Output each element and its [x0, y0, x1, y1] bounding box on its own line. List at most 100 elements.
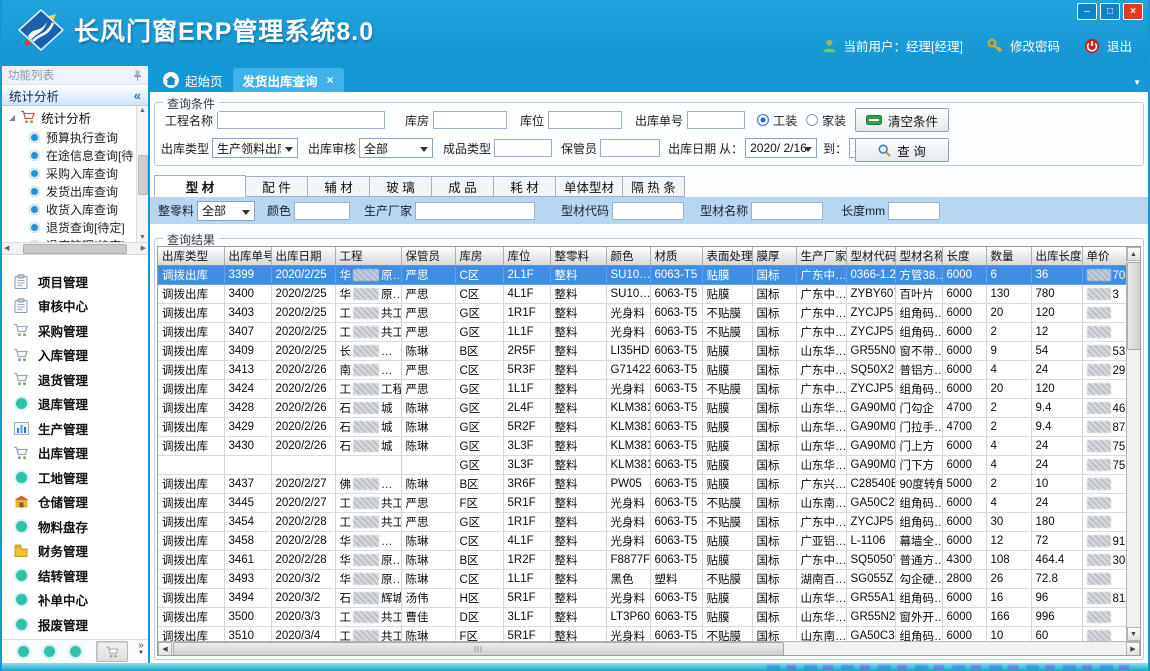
material-tab-3[interactable]: 辅 材 [308, 176, 370, 197]
column-header[interactable]: 膜厚 [752, 247, 796, 266]
table-row[interactable]: 调拨出库34582020/2/28华…陈琳C区4L1F整料光身料6063-T5贴… [158, 532, 1141, 551]
tree-vertical-scrollbar[interactable]: ▲▼ [136, 106, 148, 242]
logout-link[interactable]: 退出 [1107, 36, 1132, 55]
table-row[interactable]: 调拨出库34932020/3/2华原…陈琳C区1L1F整料黑色塑料不贴膜国标湖南… [158, 570, 1141, 589]
table-row[interactable]: 调拨出库34302020/2/26石城陈琳G区3L3F整料KLM38176063… [158, 437, 1141, 456]
sidebar-section-header[interactable]: 统计分析 « [2, 85, 148, 106]
collapse-icon[interactable]: « [134, 88, 141, 103]
grid-vertical-scrollbar[interactable]: ▲ ▼ [1126, 247, 1140, 641]
keeper-input[interactable] [600, 139, 660, 157]
sidebar-item-2[interactable]: 审核中心 [2, 294, 148, 319]
maximize-button[interactable]: □ [1100, 3, 1120, 20]
scroll-left-icon[interactable]: ◀ [158, 642, 172, 656]
clear-conditions-button[interactable]: 清空条件 [855, 108, 949, 132]
column-header[interactable]: 数量 [986, 247, 1031, 266]
location-input[interactable] [548, 111, 622, 129]
table-row[interactable]: 调拨出库34542020/2/28工共工程严思G区1R1F整料光身料6063-T… [158, 513, 1141, 532]
material-tab-4[interactable]: 玻 璃 [370, 176, 432, 197]
length-input[interactable] [888, 202, 940, 220]
tab-scroll-icon[interactable]: ▼ [1133, 78, 1141, 87]
material-tab-6[interactable]: 耗 材 [494, 176, 556, 197]
module-dot-icon[interactable] [70, 646, 81, 657]
tree-item[interactable]: 预算执行查询 [2, 128, 148, 146]
sidebar-item-9[interactable]: 工地管理 [2, 465, 148, 490]
column-header[interactable]: 出库类型 [158, 247, 224, 266]
column-header[interactable]: 整零料 [550, 247, 606, 266]
table-row[interactable]: 调拨出库34942020/3/2石辉城汤伟H区5R1F整料光身料6063-T5贴… [158, 589, 1141, 608]
tree-item[interactable]: 退货查询[待定] [2, 218, 148, 236]
scroll-up-icon[interactable]: ▲ [1127, 247, 1141, 261]
column-header[interactable]: 材质 [650, 247, 702, 266]
material-tab-2[interactable]: 配 件 [246, 176, 308, 197]
search-button[interactable]: 查 询 [855, 138, 949, 162]
column-header[interactable]: 型材名称 [895, 247, 942, 266]
warehouse-input[interactable] [433, 111, 507, 129]
table-row[interactable]: 调拨出库34282020/2/26石城陈琳G区2L4F整料KLM38176063… [158, 399, 1141, 418]
column-header[interactable]: 单价 [1082, 247, 1126, 266]
order-no-input[interactable] [687, 111, 745, 129]
scrollbar-thumb[interactable] [1127, 262, 1141, 350]
tree-item[interactable]: 收货入库查询 [2, 200, 148, 218]
change-password-link[interactable]: 修改密码 [1010, 36, 1060, 55]
sidebar-item-4[interactable]: 入库管理 [2, 343, 148, 368]
table-row[interactable]: 调拨出库34092020/2/25长…陈琳B区2R5F整料LI35HD6063-… [158, 342, 1141, 361]
tab-shipment-outbound-query[interactable]: 发货出库查询 × [233, 68, 344, 92]
sidebar-item-12[interactable]: 财务管理 [2, 539, 148, 564]
column-header[interactable]: 长度 [942, 247, 986, 266]
date-from-picker[interactable]: 2020/ 2/16 [745, 138, 817, 158]
sidebar-item-10[interactable]: 仓储管理 [2, 490, 148, 515]
column-header[interactable]: 生产厂家 [796, 247, 846, 266]
profile-name-input[interactable] [751, 202, 823, 220]
column-header[interactable]: 工程 [335, 247, 401, 266]
table-row[interactable]: G区3L3F整料KLM38176063-T5贴膜国标山东华…GA90M09.门下… [158, 456, 1141, 475]
tab-home[interactable]: 起始页 [153, 68, 233, 92]
table-row[interactable]: 调拨出库33992020/2/25华原…严思C区2L1F整料SU10…6063-… [158, 266, 1141, 285]
material-tab-1[interactable]: 型 材 [154, 175, 246, 197]
tree-item[interactable]: 采购入库查询 [2, 164, 148, 182]
material-tab-5[interactable]: 成 品 [432, 176, 494, 197]
project-name-input[interactable] [217, 111, 385, 129]
column-header[interactable]: 出库长度 [1031, 247, 1082, 266]
tree-root-node[interactable]: ◢ 统计分析 [2, 106, 148, 128]
zhenglingliao-select[interactable]: 全部 [197, 201, 255, 221]
column-header[interactable]: 保管员 [401, 247, 455, 266]
radio-jiazhuang[interactable]: 家装 [806, 112, 846, 129]
module-dot-icon[interactable] [44, 646, 55, 657]
sidebar-item-1[interactable]: 项目管理 [2, 269, 148, 294]
cart-module-button[interactable] [96, 641, 128, 662]
material-tab-8[interactable]: 隔 热 条 [623, 176, 685, 197]
column-header[interactable]: 库房 [455, 247, 503, 266]
audit-select[interactable]: 全部 [359, 138, 433, 158]
scroll-right-icon[interactable]: ▶ [1126, 642, 1140, 656]
sidebar-item-15[interactable]: 报废管理 [2, 612, 148, 637]
table-row[interactable]: 调拨出库34292020/2/26石城陈琳G区5R2F整料KLM38176063… [158, 418, 1141, 437]
column-header[interactable]: 库位 [503, 247, 550, 266]
profile-code-input[interactable] [612, 202, 684, 220]
sidebar-item-3[interactable]: 采购管理 [2, 318, 148, 343]
scrollbar-thumb[interactable] [173, 642, 784, 656]
tree-expander-icon[interactable]: ◢ [9, 113, 15, 122]
product-type-input[interactable] [494, 139, 552, 157]
sidebar-item-11[interactable]: 物料盘存 [2, 514, 148, 539]
radio-gongzhuang[interactable]: 工装 [757, 112, 797, 129]
table-row[interactable]: 调拨出库34072020/2/25工共工程严思G区1L1F整料光身料6063-T… [158, 323, 1141, 342]
table-row[interactable]: 调拨出库34242020/2/26工工程严思G区1L1F整料光身料6063-T5… [158, 380, 1141, 399]
table-row[interactable]: 调拨出库35002020/3/3工共工程曹佳D区3L1F整料LT3P606063… [158, 608, 1141, 627]
column-header[interactable]: 表面处理 [702, 247, 752, 266]
grid-horizontal-scrollbar[interactable]: ◀ ▶ [158, 641, 1140, 655]
close-button[interactable]: × [1123, 3, 1143, 20]
table-row[interactable]: 调拨出库34002020/2/25华原…严思C区4L1F整料SU10…6063-… [158, 285, 1141, 304]
table-row[interactable]: 调拨出库34132020/2/26南…严思C区5R3F整料G714226063-… [158, 361, 1141, 380]
tab-close-icon[interactable]: × [327, 73, 334, 87]
table-row[interactable]: 调拨出库34612020/2/28华原…陈琳B区1R2F整料F8877FT606… [158, 551, 1141, 570]
tree-item[interactable]: 在途信息查询[待 [2, 146, 148, 164]
color-input[interactable] [294, 202, 350, 220]
column-header[interactable]: 出库日期 [271, 247, 335, 266]
material-tab-7[interactable]: 单体型材 [556, 176, 623, 197]
sidebar-item-7[interactable]: 生产管理 [2, 416, 148, 441]
scroll-down-icon[interactable]: ▼ [1127, 627, 1141, 641]
sidebar-overflow-chevron[interactable]: »▼ [138, 641, 144, 656]
column-header[interactable]: 出库单号 [224, 247, 271, 266]
sidebar-item-8[interactable]: 出库管理 [2, 441, 148, 466]
sidebar-item-6[interactable]: 退库管理 [2, 392, 148, 417]
